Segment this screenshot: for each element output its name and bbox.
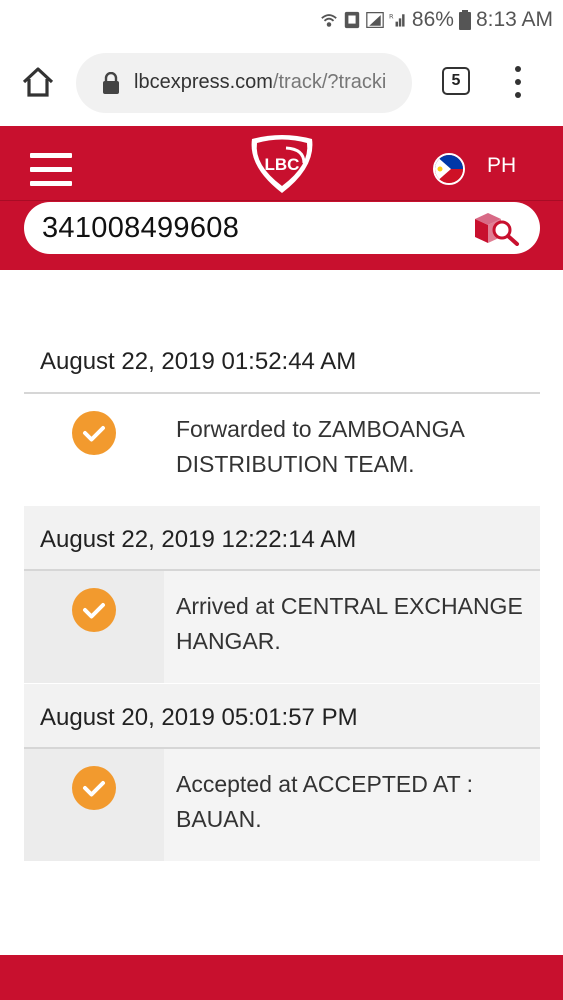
- header-divider: [0, 200, 563, 201]
- track-package-search-icon[interactable]: [472, 210, 520, 246]
- overflow-menu-icon[interactable]: [508, 64, 528, 100]
- svg-text:R: R: [389, 12, 394, 20]
- status-bar: R 86% 8:13 AM: [0, 0, 563, 40]
- notification-icon: [344, 11, 360, 29]
- entry-date: August 22, 2019 12:22:14 AM: [24, 506, 540, 571]
- site-header: LBC PH 341008499608: [0, 126, 563, 270]
- hamburger-menu-icon[interactable]: [30, 153, 72, 187]
- entry-icon-cell: [24, 394, 164, 506]
- tab-switcher-button[interactable]: 5: [442, 67, 470, 95]
- entry-body: Arrived at CENTRAL EXCHANGE HANGAR.: [24, 571, 540, 684]
- tracking-timeline: August 22, 2019 01:52:44 AM Forwarded to…: [24, 330, 540, 862]
- checkmark-icon: [72, 411, 116, 455]
- site-footer: [0, 955, 563, 1000]
- timeline-entry: August 22, 2019 01:52:44 AM Forwarded to…: [24, 330, 540, 506]
- battery-icon: [458, 10, 471, 30]
- url-path: /track/?tracki: [272, 71, 387, 93]
- clock: 8:13 AM: [475, 8, 553, 31]
- browser-toolbar: lbcexpress.com/track/?tracki 5: [0, 40, 563, 126]
- lock-icon: [103, 72, 119, 94]
- entry-date: August 22, 2019 01:52:44 AM: [24, 330, 540, 394]
- battery-percent: 86%: [411, 8, 454, 31]
- entry-status: Accepted at ACCEPTED AT : BAUAN.: [164, 749, 540, 861]
- signal-icon: [366, 12, 384, 28]
- tracking-number-input[interactable]: 341008499608: [42, 212, 239, 245]
- timeline-entry: August 22, 2019 12:22:14 AM Arrived at C…: [24, 506, 540, 684]
- entry-icon-cell: [24, 571, 164, 683]
- entry-status: Arrived at CENTRAL EXCHANGE HANGAR.: [164, 571, 540, 683]
- lbc-logo[interactable]: LBC: [246, 133, 318, 195]
- philippines-flag-icon[interactable]: [433, 153, 465, 185]
- home-icon[interactable]: [18, 62, 58, 102]
- entry-date: August 20, 2019 05:01:57 PM: [24, 684, 540, 749]
- roaming-signal-icon: R: [389, 12, 405, 27]
- logo-text: LBC: [265, 155, 300, 174]
- country-selector[interactable]: PH: [487, 154, 516, 178]
- address-bar[interactable]: lbcexpress.com/track/?tracki: [76, 53, 412, 113]
- entry-icon-cell: [24, 749, 164, 861]
- url-domain: lbcexpress.com: [134, 71, 273, 93]
- wifi-calling-icon: [321, 14, 337, 27]
- checkmark-icon: [72, 588, 116, 632]
- tracking-search-box[interactable]: 341008499608: [24, 202, 540, 254]
- status-icons: R 86% 8:13 AM: [320, 6, 553, 34]
- entry-status: Forwarded to ZAMBOANGA DISTRIBUTION TEAM…: [176, 416, 464, 477]
- entry-body: Accepted at ACCEPTED AT : BAUAN.: [24, 749, 540, 862]
- timeline-entry: August 20, 2019 05:01:57 PM Accepted at …: [24, 684, 540, 862]
- url-text[interactable]: lbcexpress.com/track/?tracki: [134, 71, 406, 94]
- checkmark-icon: [72, 766, 116, 810]
- entry-body: Forwarded to ZAMBOANGA DISTRIBUTION TEAM…: [24, 394, 540, 506]
